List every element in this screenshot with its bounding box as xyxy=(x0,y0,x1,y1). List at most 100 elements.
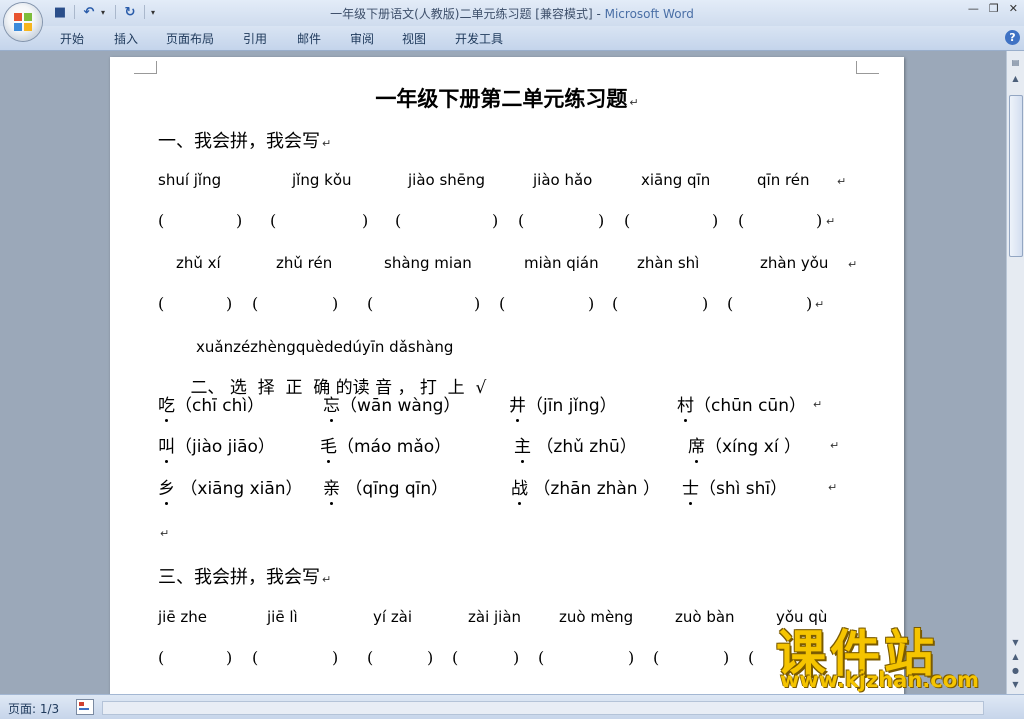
pinyin-item: yí zài xyxy=(373,608,413,626)
choice-item: 井（jīn jǐng） xyxy=(509,391,617,422)
choice-char: 村 xyxy=(677,391,694,422)
restore-icon[interactable]: ❐ xyxy=(989,2,999,15)
margin-corner-mark xyxy=(134,61,157,74)
choice-options[interactable]: （chūn cūn） xyxy=(694,396,806,416)
answer-paren-close: ) xyxy=(816,211,823,230)
choice-item: 忘（wān wàng） xyxy=(323,391,460,422)
next-page-icon[interactable]: ▼ xyxy=(1009,679,1022,691)
tab-review[interactable]: 审阅 xyxy=(350,30,374,47)
minimize-icon[interactable]: — xyxy=(968,2,979,15)
proofing-status-icon[interactable] xyxy=(76,699,94,715)
close-icon[interactable]: ✕ xyxy=(1009,2,1018,15)
answer-paren-open: ( xyxy=(518,211,525,230)
pinyin-item: zài jiàn xyxy=(468,608,522,626)
answer-paren-close: ) xyxy=(628,648,635,667)
choice-char: 亲 xyxy=(323,474,340,505)
answer-paren-close: ) xyxy=(427,648,434,667)
choice-options[interactable]: （xiāng xiān） xyxy=(175,479,302,499)
answer-paren-open: ( xyxy=(367,294,374,313)
choice-options[interactable]: （chī chì） xyxy=(175,396,264,416)
tab-view[interactable]: 视图 xyxy=(402,30,426,47)
answer-paren-open: ( xyxy=(158,648,165,667)
choice-options[interactable]: （wān wàng） xyxy=(340,396,460,416)
window-controls: — ❐ ✕ xyxy=(968,2,1018,15)
section1-heading-text: 一、我会拼，我会写 xyxy=(158,131,320,152)
office-logo-icon xyxy=(14,13,32,31)
paragraph-mark: ↵ xyxy=(830,439,840,452)
document-page[interactable]: 一年级下册第二单元练习题 ↵ 一、我会拼，我会写 ↵ shuí jǐng jǐng … xyxy=(110,57,904,694)
section3-heading: 三、我会拼，我会写 ↵ xyxy=(158,563,331,589)
previous-page-icon[interactable]: ▲ xyxy=(1009,651,1022,663)
choice-item: 战 （zhān zhàn ） xyxy=(511,474,660,505)
horizontal-scrollbar[interactable] xyxy=(102,701,984,715)
answer-paren-open: ( xyxy=(612,294,619,313)
paragraph-mark: ↵ xyxy=(848,258,858,271)
ribbon-tabs: 开始 插入 页面布局 引用 邮件 审阅 视图 开发工具 ? xyxy=(0,26,1024,51)
choice-options[interactable]: （qīng qīn） xyxy=(340,479,448,499)
answer-paren-close: ) xyxy=(723,648,730,667)
title-bar: ■ ↶ ▾ ↻ ▾ 一年级下册语文(人教版)二单元练习题 [兼容模式] - Mi… xyxy=(0,0,1024,26)
select-browse-object-icon[interactable]: ● xyxy=(1009,665,1022,677)
paragraph-mark: ↵ xyxy=(837,175,847,188)
choice-char: 叫 xyxy=(158,432,175,463)
office-button[interactable] xyxy=(4,3,42,41)
document-title: 一年级下册第二单元练习题 ↵ xyxy=(110,83,904,113)
tab-references[interactable]: 引用 xyxy=(243,30,267,47)
ruler-toggle-icon[interactable]: ▤ xyxy=(1009,57,1022,69)
answer-paren-close: ) xyxy=(712,211,719,230)
choice-item: 席（xíng xí ） xyxy=(688,432,801,463)
answer-paren-close: ) xyxy=(226,648,233,667)
pinyin-item: zhǔ rén xyxy=(276,254,333,272)
tab-home[interactable]: 开始 xyxy=(60,30,84,47)
pinyin-item: jiē zhe xyxy=(158,608,207,626)
answer-paren-open: ( xyxy=(158,211,165,230)
answer-paren-close: ) xyxy=(236,211,243,230)
scroll-down-icon[interactable]: ▼ xyxy=(1009,637,1022,649)
tab-page-layout[interactable]: 页面布局 xyxy=(166,30,214,47)
answer-paren-open: ( xyxy=(367,648,374,667)
pinyin-item: miàn qián xyxy=(524,254,599,272)
choice-options[interactable]: （jīn jǐng） xyxy=(526,396,617,416)
answer-paren-open: ( xyxy=(270,211,277,230)
choice-item: 村（chūn cūn） xyxy=(677,391,806,422)
choice-char: 乡 xyxy=(158,474,175,505)
pinyin-item: jiào hǎo xyxy=(533,171,593,189)
answer-paren-open: ( xyxy=(653,648,660,667)
section1-heading: 一、我会拼，我会写 ↵ xyxy=(158,127,331,153)
answer-paren-close: ) xyxy=(332,294,339,313)
pinyin-item: zuò bàn xyxy=(675,608,735,626)
tab-developer[interactable]: 开发工具 xyxy=(455,30,503,47)
choice-char: 井 xyxy=(509,391,526,422)
choice-char: 忘 xyxy=(323,391,340,422)
answer-paren-open: ( xyxy=(452,648,459,667)
scrollbar-thumb[interactable] xyxy=(1009,95,1023,257)
margin-corner-mark xyxy=(856,61,879,74)
help-icon[interactable]: ? xyxy=(1005,30,1020,45)
choice-options[interactable]: （jiào jiāo） xyxy=(175,437,275,457)
choice-options[interactable]: （máo mǎo） xyxy=(337,437,451,457)
choice-char: 士 xyxy=(682,474,699,505)
paragraph-mark: ↵ xyxy=(813,398,823,411)
paragraph-mark: ↵ xyxy=(826,215,836,228)
scroll-up-icon[interactable]: ▲ xyxy=(1009,73,1022,85)
answer-paren-open: ( xyxy=(395,211,402,230)
answer-paren-open: ( xyxy=(748,648,755,667)
choice-options[interactable]: （shì shī） xyxy=(699,479,787,499)
paragraph-mark: ↵ xyxy=(322,573,332,586)
choice-item: 乡 （xiāng xiān） xyxy=(158,474,303,505)
choice-options[interactable]: （xíng xí ） xyxy=(705,437,801,457)
tab-mailings[interactable]: 邮件 xyxy=(297,30,321,47)
vertical-scrollbar[interactable]: ▤ ▲ ▼ ▲ ● ▼ xyxy=(1006,51,1024,694)
paragraph-mark: ↵ xyxy=(322,137,332,150)
choice-options[interactable]: （zhǔ zhū） xyxy=(531,437,636,457)
pinyin-item: zhàn yǒu xyxy=(760,254,829,272)
choice-item: 士（shì shī） xyxy=(682,474,787,505)
pinyin-item: jiào shēng xyxy=(408,171,486,189)
page-indicator[interactable]: 页面: 1/3 xyxy=(8,700,59,717)
pinyin-item: qīn rén xyxy=(757,171,810,189)
document-title-text: 一年级下册第二单元练习题 xyxy=(375,86,628,111)
pinyin-item: jǐng kǒu xyxy=(292,171,352,189)
choice-item: 主 （zhǔ zhū） xyxy=(514,432,637,463)
choice-options[interactable]: （zhān zhàn ） xyxy=(528,479,660,499)
tab-insert[interactable]: 插入 xyxy=(114,30,138,47)
